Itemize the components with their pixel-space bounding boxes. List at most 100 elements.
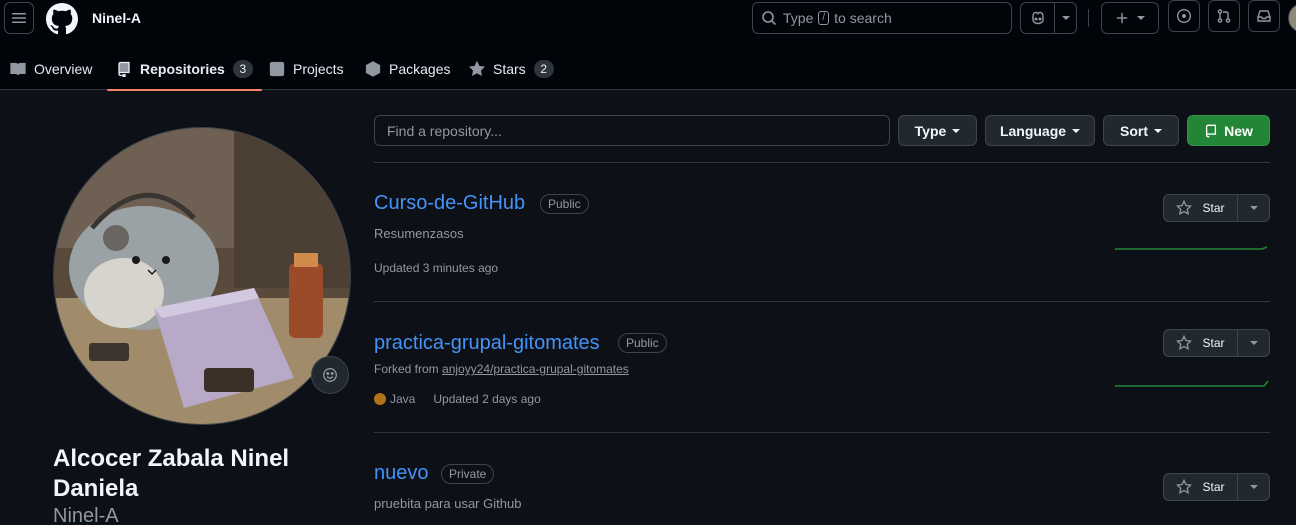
tab-packages-label: Packages	[389, 61, 451, 77]
forked-prefix: Forked from	[374, 362, 439, 376]
tab-stars[interactable]: Stars 2	[469, 48, 554, 90]
tab-stars-label: Stars	[493, 61, 526, 77]
hamburger-icon	[12, 13, 26, 23]
table-icon	[269, 61, 285, 77]
issues-button[interactable]	[1168, 0, 1200, 32]
repo-updated: Updated 3 minutes ago	[374, 261, 498, 275]
book-icon	[10, 62, 26, 76]
star-icon	[1176, 200, 1193, 216]
repo-language: Java	[390, 392, 416, 406]
sort-label: Sort	[1120, 122, 1148, 139]
forked-from-text: Forked from anjoyy24/practica-grupal-git…	[374, 362, 629, 376]
star-label: Star	[1202, 336, 1225, 350]
copilot-dropdown-button[interactable]	[1055, 3, 1076, 33]
plus-icon	[1116, 12, 1128, 24]
chevron-down-icon	[1072, 128, 1081, 133]
visibility-badge: Public	[540, 194, 589, 214]
repo-icon	[118, 61, 130, 77]
owner-name[interactable]: Ninel-A	[92, 10, 141, 26]
star-button[interactable]: Star	[1164, 195, 1238, 221]
profile-login: Ninel-A	[53, 505, 119, 525]
repo-name-link[interactable]: nuevo	[374, 462, 429, 485]
git-pull-request-icon	[1217, 9, 1231, 23]
new-button-label: New	[1224, 122, 1253, 139]
star-icon	[1176, 479, 1193, 495]
repo-updated-text: Updated 2 days ago	[433, 392, 541, 406]
chevron-down-icon	[1154, 128, 1162, 133]
repo-icon	[1206, 124, 1217, 137]
sort-button[interactable]: Sort	[1103, 115, 1179, 146]
star-list-dropdown[interactable]	[1238, 195, 1269, 221]
star-list-dropdown[interactable]	[1238, 330, 1269, 356]
tab-overview[interactable]: Overview	[10, 48, 92, 90]
github-logo-icon[interactable]	[46, 3, 78, 35]
repo-description: Resumenzasos	[374, 226, 464, 241]
chevron-down-icon	[1061, 16, 1070, 20]
copilot-icon	[1031, 11, 1044, 25]
tab-repositories-label: Repositories	[140, 61, 225, 77]
header-divider	[1088, 9, 1089, 27]
pull-requests-button[interactable]	[1208, 0, 1240, 32]
copilot-button[interactable]	[1021, 3, 1055, 33]
forked-from-link[interactable]: anjoyy24/practica-grupal-gitomates	[442, 362, 629, 376]
list-divider	[374, 162, 1270, 163]
search-shortcut-key: /	[818, 11, 830, 25]
language-filter-button[interactable]: Language	[985, 115, 1095, 146]
repo-updated-text: Updated 3 minutes ago	[374, 261, 499, 275]
copilot-button-group	[1020, 2, 1077, 34]
repo-name-link[interactable]: Curso-de-GitHub	[374, 192, 525, 215]
create-new-button[interactable]	[1101, 2, 1159, 34]
tab-packages[interactable]: Packages	[365, 48, 450, 90]
top-header: Ninel-A Type / to search Overview Reposi…	[0, 0, 1296, 91]
list-divider	[374, 301, 1270, 302]
star-label: Star	[1202, 480, 1225, 494]
star-button-group: Star	[1163, 473, 1270, 501]
star-button[interactable]: Star	[1164, 474, 1238, 500]
search-input[interactable]: Type / to search	[752, 2, 1012, 34]
chevron-down-icon	[1249, 206, 1258, 210]
package-icon	[365, 61, 381, 77]
type-filter-button[interactable]: Type	[898, 115, 977, 146]
language-color-dot	[374, 393, 386, 405]
search-prefix: Type	[783, 10, 814, 26]
issue-opened-icon	[1176, 8, 1192, 24]
star-button[interactable]: Star	[1164, 330, 1238, 356]
profile-avatar	[53, 127, 351, 425]
activity-sparkline	[1115, 246, 1268, 250]
hamster-illustration	[54, 128, 350, 424]
hamburger-menu-button[interactable]	[4, 2, 34, 34]
inbox-button[interactable]	[1248, 0, 1280, 32]
inbox-icon	[1257, 10, 1271, 22]
chevron-down-icon	[1249, 341, 1258, 345]
repo-description: pruebita para usar Github	[374, 496, 522, 511]
star-icon	[469, 61, 485, 77]
repositories-count-badge: 3	[232, 60, 253, 78]
chevron-down-icon	[1137, 16, 1145, 20]
smiley-icon	[323, 368, 337, 382]
search-icon	[762, 11, 777, 26]
chevron-down-icon	[1249, 485, 1258, 489]
search-suffix: to search	[834, 10, 892, 26]
repo-meta: Java Updated 2 days ago	[374, 392, 541, 406]
star-list-dropdown[interactable]	[1238, 474, 1269, 500]
visibility-badge: Public	[618, 333, 667, 353]
profile-full-name: Alcocer Zabala Ninel Daniela	[53, 445, 290, 502]
star-button-group: Star	[1163, 194, 1270, 222]
list-divider	[374, 432, 1270, 433]
star-button-group: Star	[1163, 329, 1270, 357]
visibility-badge: Private	[441, 464, 495, 484]
new-repository-button[interactable]: New	[1187, 115, 1270, 146]
chevron-down-icon	[952, 128, 961, 133]
language-filter-label: Language	[999, 122, 1067, 139]
tab-projects[interactable]: Projects	[269, 48, 344, 90]
tab-repositories[interactable]: Repositories 3	[107, 48, 262, 91]
star-label: Star	[1202, 201, 1225, 215]
stars-count-badge: 2	[533, 60, 554, 78]
repo-name-link[interactable]: practica-grupal-gitomates	[374, 332, 600, 355]
profile-nav: Overview Repositories 3 Projects Package…	[0, 48, 1296, 91]
set-status-button[interactable]	[311, 356, 349, 394]
user-avatar-menu[interactable]	[1288, 3, 1296, 33]
star-icon	[1176, 335, 1193, 351]
tab-overview-label: Overview	[34, 61, 93, 77]
find-repository-input[interactable]	[374, 115, 890, 146]
